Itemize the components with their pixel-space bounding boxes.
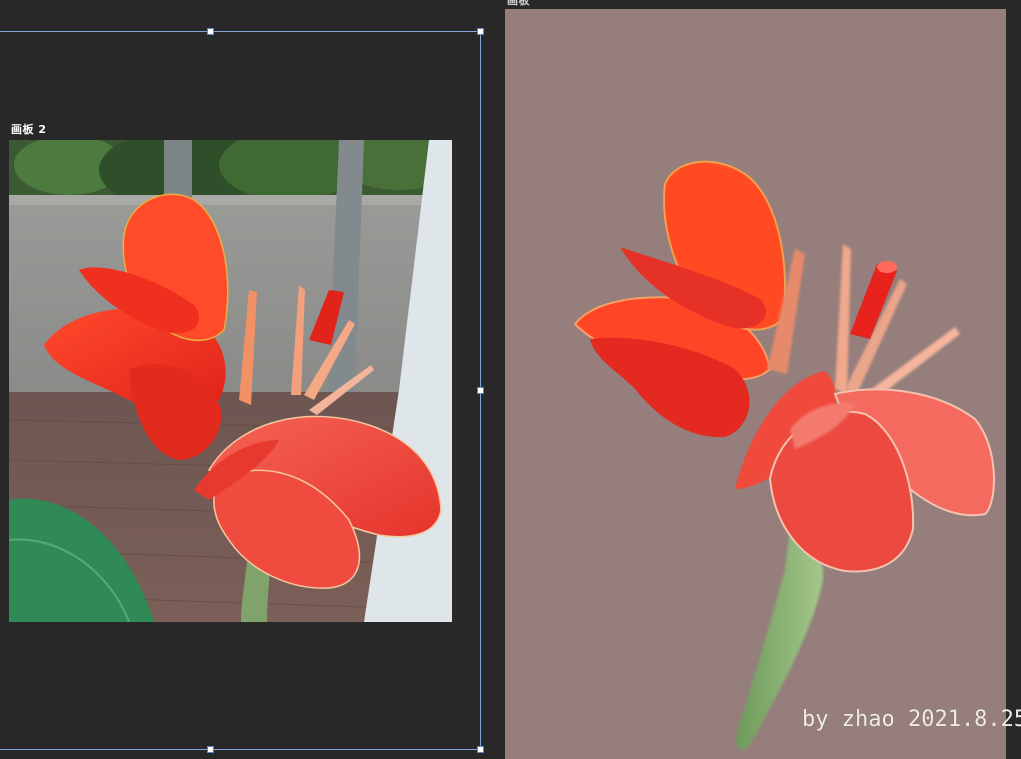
canvas-area[interactable]: 画板 2 画板 by zhao 2021.8.25 [0, 0, 1021, 759]
flower-painting-image [505, 9, 1006, 759]
selection-top-edge[interactable] [0, 31, 481, 32]
painting-signature: by zhao 2021.8.25 [802, 707, 1021, 732]
transform-handle-top-right[interactable] [477, 28, 484, 35]
artboard-1-painting[interactable] [505, 9, 1006, 759]
artboard-1-label[interactable]: 画板 [507, 0, 530, 8]
artboard-2-photo[interactable] [9, 140, 452, 622]
artboard-2-label[interactable]: 画板 2 [11, 121, 46, 137]
transform-handle-bottom-middle[interactable] [207, 746, 214, 753]
transform-handle-bottom-right[interactable] [477, 746, 484, 753]
selection-bottom-edge[interactable] [0, 749, 481, 750]
flower-photo-image [9, 140, 452, 622]
transform-handle-top-middle[interactable] [207, 28, 214, 35]
transform-handle-middle-right[interactable] [477, 387, 484, 394]
